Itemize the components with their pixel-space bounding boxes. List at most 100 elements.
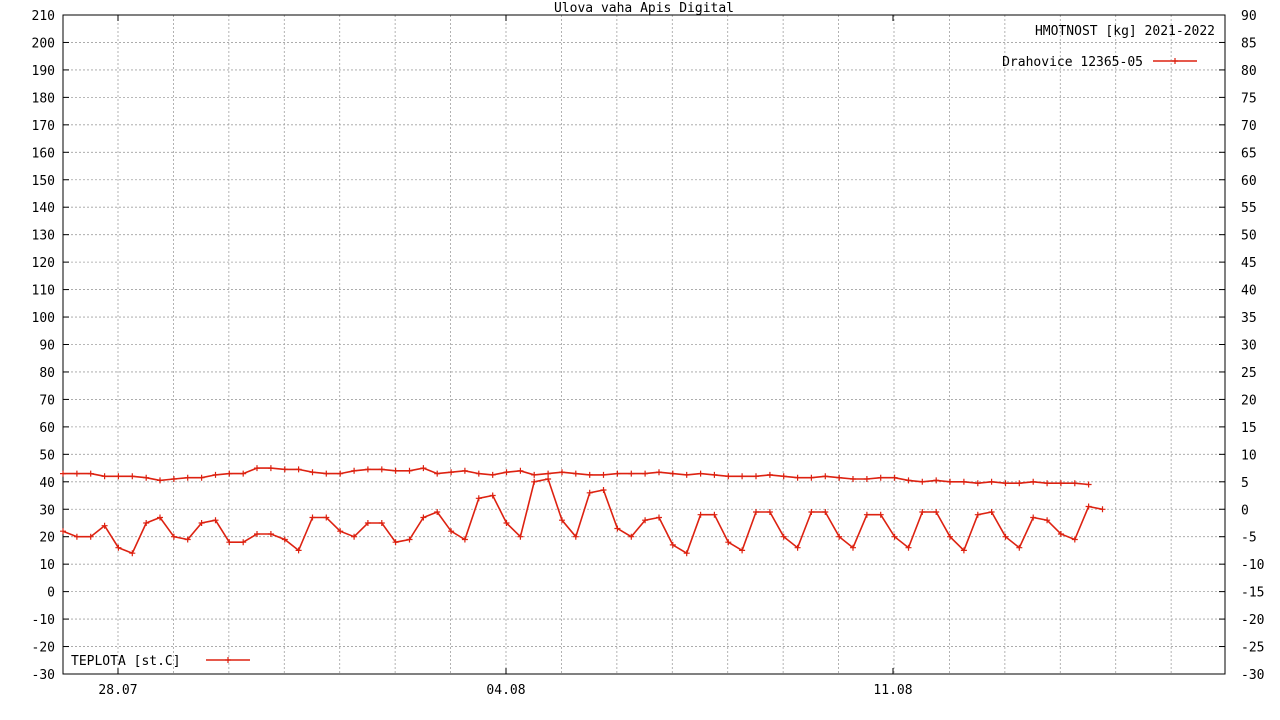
x-tick-label: 04.08 — [486, 683, 525, 698]
y-right-tick-label: 55 — [1241, 201, 1257, 216]
weight-data-point — [697, 470, 704, 477]
legend-weight: Drahovice 12365-05 — [1002, 55, 1197, 70]
y-left-tick-label: 170 — [32, 119, 55, 134]
weight-data-point — [226, 470, 233, 477]
weight-data-point — [448, 469, 455, 476]
y-right-tick-label: 50 — [1241, 229, 1257, 244]
legend-temperature-marker — [225, 657, 231, 663]
y-right-tick-label: 0 — [1241, 503, 1249, 518]
y-left-tick-label: 190 — [32, 64, 55, 79]
weight-data-point — [267, 465, 274, 472]
weight-data-point — [642, 470, 649, 477]
weight-data-point — [863, 476, 870, 482]
weight-data-point — [489, 471, 496, 478]
temperature-data-point — [60, 528, 66, 535]
weight-data-point — [517, 467, 524, 474]
grid — [63, 15, 1225, 674]
weight-data-point — [628, 470, 635, 477]
weight-data-point — [392, 467, 399, 474]
weight-temperature-chart: -30-20-100102030405060708090100110120130… — [32, 1, 1265, 698]
weight-data-point — [572, 470, 579, 477]
axis-ticks: -30-20-100102030405060708090100110120130… — [32, 9, 1265, 698]
y-right-tick-label: 15 — [1241, 421, 1257, 436]
weight-data-point — [378, 466, 385, 473]
y-right-tick-label: 65 — [1241, 146, 1257, 161]
legend-weight-marker — [1172, 58, 1178, 64]
temperature-data-point — [73, 533, 80, 540]
y-right-tick-label: 60 — [1241, 174, 1257, 189]
temperature-data-point — [600, 487, 607, 493]
temperature-data-point — [267, 531, 274, 537]
weight-data-point — [364, 466, 371, 473]
y-right-tick-label: 5 — [1241, 476, 1249, 491]
y-right-tick-label: -25 — [1241, 641, 1264, 656]
weight-data-point — [434, 470, 441, 477]
temperature-data-point — [309, 514, 316, 521]
temperature-data-point — [1085, 503, 1092, 510]
weight-data-point — [586, 471, 593, 478]
y-right-tick-label: -20 — [1241, 613, 1264, 628]
temperature-data-point — [974, 511, 981, 518]
y-left-tick-label: 110 — [32, 284, 55, 299]
weight-data-point — [822, 473, 829, 480]
legend-weight-label: Drahovice 12365-05 — [1002, 55, 1143, 70]
y-right-tick-label: 20 — [1241, 393, 1257, 408]
chart-title: Ulova vaha Apis Digital — [554, 1, 734, 16]
weight-data-point — [170, 476, 177, 482]
weight-data-point — [60, 470, 66, 477]
weight-data-point — [960, 478, 967, 485]
temperature-data-point — [933, 509, 940, 515]
weight-data-point — [656, 469, 662, 476]
weight-data-point — [877, 474, 884, 481]
y-left-tick-label: 70 — [39, 393, 55, 408]
weight-data-point — [337, 470, 344, 477]
y-right-tick-label: 45 — [1241, 256, 1257, 271]
temperature-series-line — [62, 478, 1103, 555]
weight-data-point — [905, 477, 912, 484]
weight-data-point — [614, 470, 621, 477]
weight-data-point — [115, 473, 122, 480]
temperature-data-point — [1099, 506, 1106, 513]
weight-data-point — [157, 477, 163, 484]
y-left-tick-label: 150 — [32, 174, 55, 189]
weight-data-point — [974, 480, 981, 487]
y-right-tick-label: 80 — [1241, 64, 1257, 79]
weight-data-point — [73, 470, 80, 477]
weight-data-point — [559, 469, 565, 476]
weight-data-point — [143, 474, 150, 481]
temperature-data-point — [697, 511, 704, 518]
weight-data-point — [1044, 480, 1051, 487]
weight-data-point — [683, 471, 690, 478]
weight-data-point — [780, 473, 787, 480]
y-left-tick-label: 120 — [32, 256, 55, 271]
x-tick-label: 11.08 — [873, 683, 912, 698]
weight-data-point — [1016, 480, 1023, 487]
weight-data-point — [725, 473, 732, 480]
y-left-tick-label: 40 — [39, 476, 55, 491]
y-right-tick-label: -15 — [1241, 586, 1264, 601]
temperature-data-point — [808, 509, 815, 515]
y-left-tick-label: 30 — [39, 503, 55, 518]
weight-data-point — [766, 471, 773, 478]
weight-data-point — [753, 473, 759, 480]
weight-data-point — [212, 471, 219, 478]
weight-data-point — [281, 466, 288, 473]
weight-data-point — [309, 469, 316, 476]
weight-data-point — [101, 473, 108, 480]
y-left-tick-label: 0 — [47, 586, 55, 601]
weight-data-point — [545, 470, 552, 477]
temperature-data-point — [586, 489, 593, 496]
y-right-tick-label: -10 — [1241, 558, 1264, 573]
weight-data-point — [129, 473, 136, 480]
weight-data-point — [1085, 481, 1092, 488]
temperature-data-point — [545, 476, 552, 482]
y-left-tick-label: 50 — [39, 448, 55, 463]
series-lines — [60, 465, 1106, 557]
y-left-tick-label: 100 — [32, 311, 55, 326]
y-left-tick-label: 200 — [32, 36, 55, 51]
temperature-data-point — [129, 550, 136, 557]
temperature-data-point — [766, 509, 773, 515]
x-tick-label: 28.07 — [98, 683, 137, 698]
y-left-tick-label: 130 — [32, 229, 55, 244]
weight-data-point — [1057, 480, 1064, 487]
